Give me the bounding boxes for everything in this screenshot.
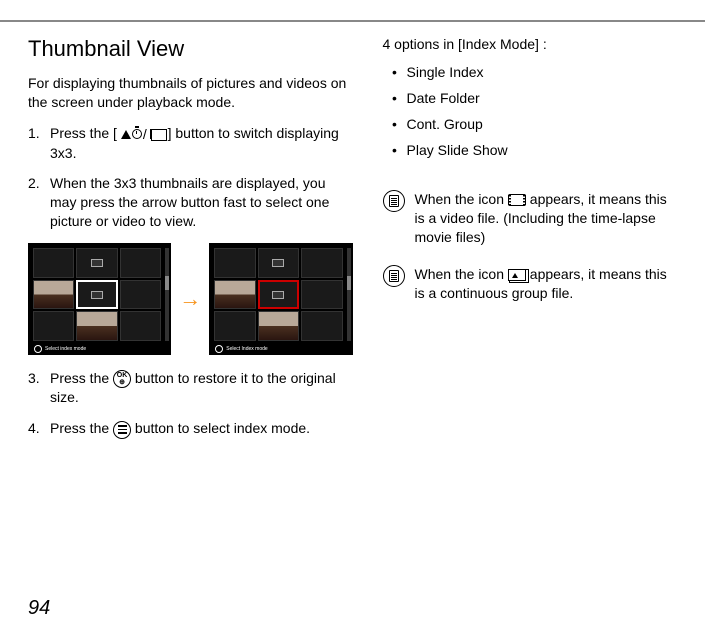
right-column: 4 options in [Index Mode] : •Single Inde… bbox=[383, 36, 678, 451]
top-divider bbox=[0, 0, 705, 22]
note-icon bbox=[383, 190, 405, 212]
film-icon bbox=[508, 194, 526, 206]
timer-icon bbox=[132, 129, 142, 139]
step-2: 2. When the 3x3 thumbnails are displayed… bbox=[28, 174, 353, 231]
ok-button-icon: OK ⊕ bbox=[113, 370, 131, 388]
triangle-up-icon bbox=[121, 130, 131, 139]
index-mode-heading: 4 options in [Index Mode] : bbox=[383, 36, 678, 52]
page-number: 94 bbox=[28, 597, 50, 620]
thumbnail-transition-figure: Select index mode → bbox=[28, 243, 353, 355]
note-icon bbox=[383, 265, 405, 287]
index-mode-options: •Single Index •Date Folder •Cont. Group … bbox=[383, 64, 678, 158]
steps-list: 1. Press the [ / ] button to switch disp… bbox=[28, 124, 353, 231]
step-1: 1. Press the [ / ] button to switch disp… bbox=[28, 124, 353, 163]
menu-button-icon bbox=[113, 421, 131, 439]
option-play-slideshow: •Play Slide Show bbox=[383, 142, 678, 158]
intro-text: For displaying thumbnails of pictures an… bbox=[28, 74, 353, 112]
thumb-screen-left: Select index mode bbox=[28, 243, 171, 355]
thumb-screen-right: Select Index mode bbox=[209, 243, 352, 355]
option-date-folder: •Date Folder bbox=[383, 90, 678, 106]
scroll-indicator bbox=[165, 248, 169, 341]
page-title: Thumbnail View bbox=[28, 36, 353, 62]
step-4: 4. Press the button to select index mode… bbox=[28, 419, 353, 438]
thumb-caption-right: Select Index mode bbox=[215, 345, 267, 353]
left-column: Thumbnail View For displaying thumbnails… bbox=[28, 36, 353, 451]
arrow-right-icon: → bbox=[179, 286, 201, 312]
step-3: 3. Press the OK ⊕ button to restore it t… bbox=[28, 369, 353, 407]
up-timer-thumb-icon: / bbox=[121, 125, 164, 144]
option-single-index: •Single Index bbox=[383, 64, 678, 80]
thumbnail-stack-icon bbox=[150, 129, 164, 139]
option-cont-group: •Cont. Group bbox=[383, 116, 678, 132]
page-content: Thumbnail View For displaying thumbnails… bbox=[0, 22, 705, 451]
scroll-indicator bbox=[347, 248, 351, 341]
steps-list-continued: 3. Press the OK ⊕ button to restore it t… bbox=[28, 369, 353, 438]
note-video-file: When the icon appears, it means this is … bbox=[383, 190, 678, 247]
continuous-group-icon bbox=[508, 269, 526, 281]
thumb-caption-left: Select index mode bbox=[34, 345, 86, 353]
note-continuous-group: When the icon appears, it means this is … bbox=[383, 265, 678, 303]
